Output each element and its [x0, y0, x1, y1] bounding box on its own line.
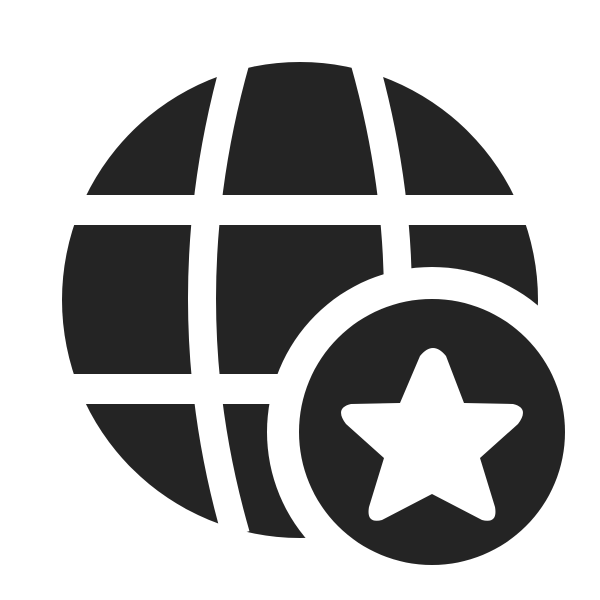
icon-canvas: [0, 0, 600, 600]
globe-star-icon: [62, 62, 565, 565]
star-badge-icon: [299, 299, 565, 565]
